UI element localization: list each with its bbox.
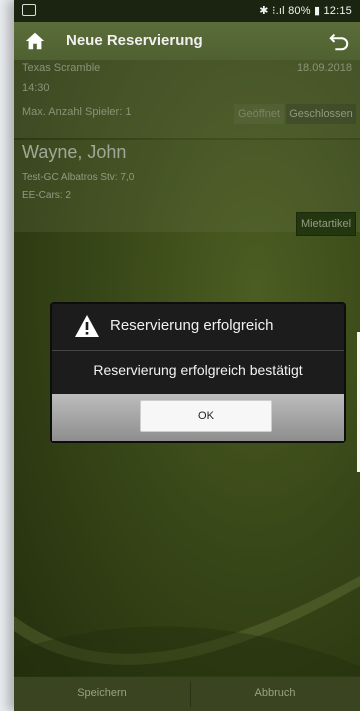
dialog-message: Reservierung erfolgreich bestätigt — [93, 362, 303, 378]
success-dialog: Reservierung erfolgreich Reservierung er… — [52, 304, 344, 441]
dialog-button-bar: OK — [52, 394, 344, 441]
phone-screen: ✱ ⁝.ıl 80% ▮ 12:15 Neue Reservierung Tex… — [14, 0, 360, 711]
footer-bar: Speichern Abbruch — [14, 677, 360, 711]
page-title: Neue Reservierung — [66, 32, 203, 49]
save-button[interactable]: Speichern — [14, 687, 190, 699]
warning-icon — [75, 315, 99, 337]
status-bar: ✱ ⁝.ıl 80% ▮ 12:15 — [14, 0, 360, 22]
ok-button[interactable]: OK — [140, 400, 272, 432]
back-icon[interactable] — [328, 30, 350, 52]
dialog-divider — [52, 350, 344, 351]
dialog-header: Reservierung erfolgreich — [52, 304, 344, 348]
title-bar: Neue Reservierung — [14, 22, 360, 60]
cancel-button[interactable]: Abbruch — [190, 687, 360, 699]
home-icon[interactable] — [24, 30, 46, 52]
dialog-title: Reservierung erfolgreich — [110, 317, 274, 334]
status-bar-indicators: ✱ ⁝.ıl 80% ▮ 12:15 — [259, 5, 352, 17]
image-notification-icon — [22, 4, 36, 16]
